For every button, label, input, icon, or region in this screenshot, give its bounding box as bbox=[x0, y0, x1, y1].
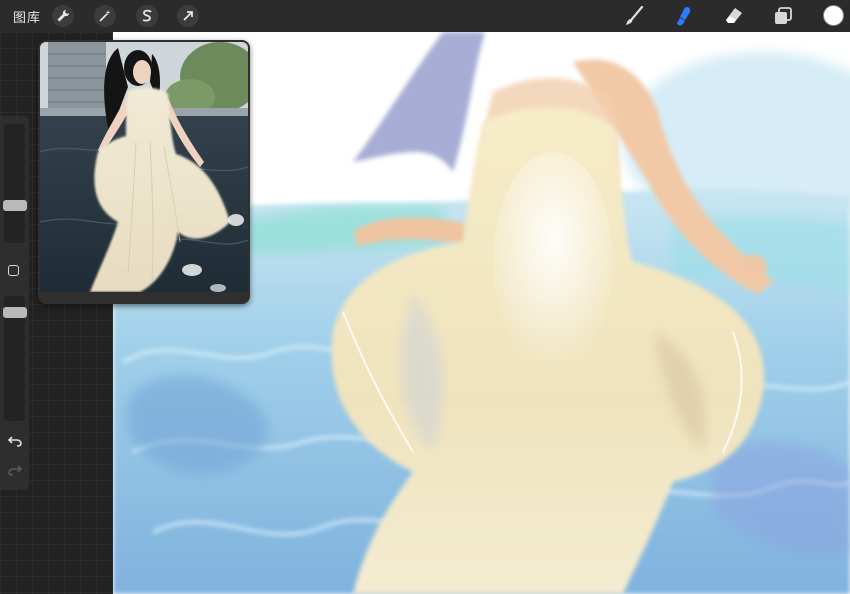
reference-window[interactable] bbox=[38, 40, 250, 304]
top-toolbar: 图库 bbox=[0, 0, 850, 32]
magic-wand-icon[interactable] bbox=[94, 5, 116, 27]
brush-size-thumb[interactable] bbox=[3, 199, 27, 211]
opacity-thumb[interactable] bbox=[3, 307, 27, 319]
layers-icon[interactable] bbox=[771, 5, 795, 27]
selection-icon[interactable] bbox=[136, 5, 158, 27]
reference-photo bbox=[40, 42, 248, 292]
brush-icon[interactable] bbox=[622, 5, 646, 27]
smudge-icon[interactable] bbox=[672, 5, 696, 27]
wrench-icon[interactable] bbox=[52, 5, 74, 27]
eraser-icon[interactable] bbox=[722, 5, 746, 27]
modify-button[interactable] bbox=[8, 265, 19, 276]
brush-size-slider[interactable] bbox=[4, 124, 25, 243]
undo-icon[interactable] bbox=[6, 434, 24, 448]
color-swatch[interactable] bbox=[823, 5, 844, 26]
left-sidebar bbox=[0, 116, 29, 490]
redo-icon[interactable] bbox=[6, 463, 24, 477]
transform-arrow-icon[interactable] bbox=[177, 5, 199, 27]
gallery-button[interactable]: 图库 bbox=[13, 7, 41, 26]
